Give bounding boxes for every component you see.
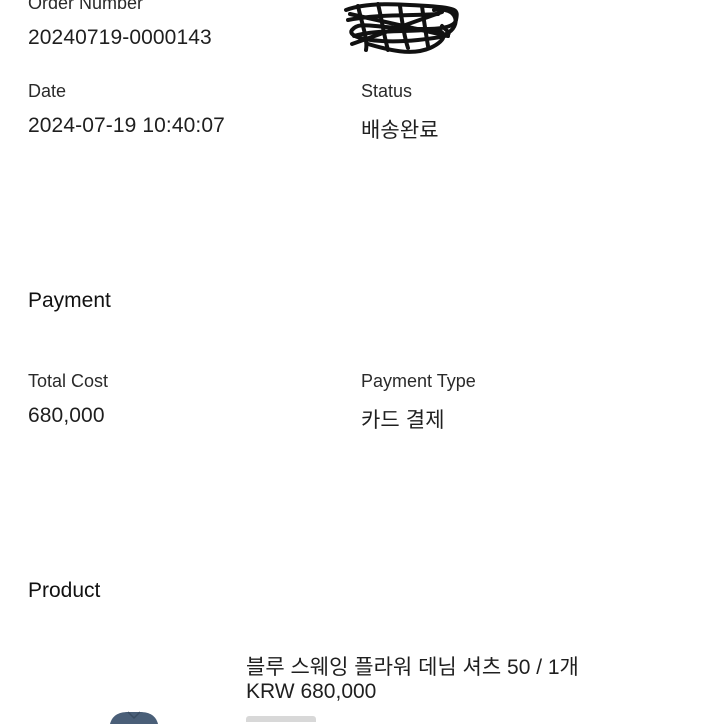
product-price: KRW 680,000	[246, 680, 377, 703]
status-label: Status	[361, 81, 413, 101]
order-number-value: 20240719-0000143	[28, 26, 212, 49]
product-section-title: Product	[28, 579, 101, 602]
total-cost-value: 680,000	[28, 404, 105, 427]
date-value: 2024-07-19 10:40:07	[28, 114, 225, 137]
total-cost-label: Total Cost	[28, 371, 109, 391]
product-extra-cutoff	[246, 716, 326, 722]
status-value: 배송완료	[361, 119, 439, 142]
payment-section-title: Payment	[28, 289, 111, 312]
product-name[interactable]: 블루 스웨잉 플라워 데님 셔츠 50 / 1개	[246, 651, 579, 681]
payment-type-label: Payment Type	[361, 371, 476, 391]
date-label: Date	[28, 81, 67, 101]
order-number-label: Order Number	[28, 0, 144, 13]
redaction-scribble	[344, 2, 459, 54]
payment-type-value: 카드 결제	[361, 409, 445, 432]
